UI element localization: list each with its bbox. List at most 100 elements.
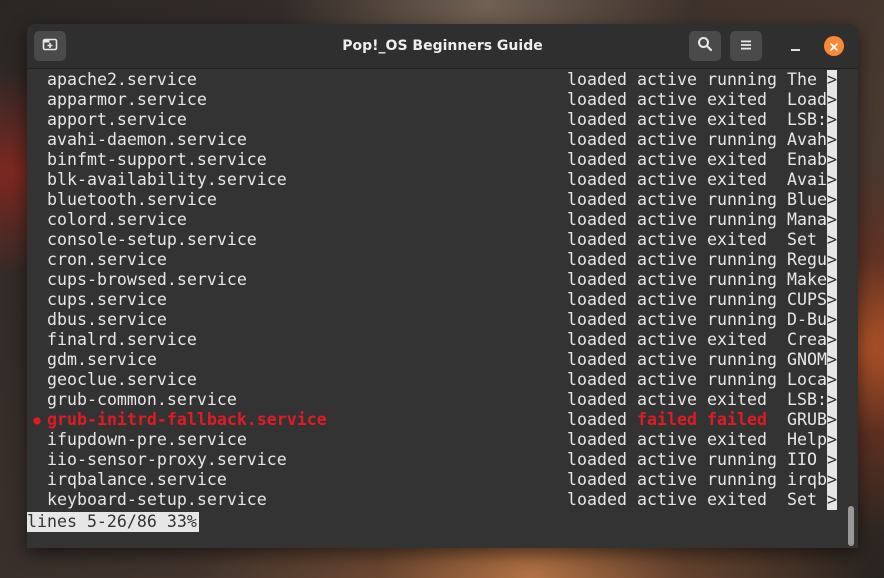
sub-state: running <box>707 450 777 469</box>
description: IIO <box>787 450 827 469</box>
load-state: loaded <box>567 290 627 309</box>
scrollbar-thumb[interactable] <box>848 506 854 546</box>
unit-name: colord.service <box>47 210 187 229</box>
unit-name: apache2.service <box>47 70 197 89</box>
load-state: loaded <box>567 130 627 149</box>
active-state: active <box>637 490 697 509</box>
sub-state: running <box>707 210 777 229</box>
truncation-marker: > <box>827 270 837 290</box>
new-tab-icon <box>42 36 58 56</box>
description: Enab <box>787 150 827 169</box>
search-button[interactable] <box>689 31 721 61</box>
unit-status: loaded active exited Avai> <box>567 170 837 190</box>
description: Set <box>787 230 827 249</box>
load-state: loaded <box>567 330 627 349</box>
unit-name: binfmt-support.service <box>47 150 267 169</box>
truncation-marker: > <box>827 410 837 430</box>
truncation-marker: > <box>827 70 837 90</box>
sub-state: running <box>707 310 777 329</box>
unit-status: loaded active exited Enab> <box>567 150 837 170</box>
active-state: active <box>637 150 697 169</box>
active-state: active <box>637 370 697 389</box>
active-state: failed <box>637 410 697 429</box>
active-state: active <box>637 250 697 269</box>
unit-status: loaded active running The > <box>567 70 837 90</box>
load-state: loaded <box>567 350 627 369</box>
unit-status: loaded active running Blue> <box>567 190 837 210</box>
unit-status: loaded active exited Help> <box>567 430 837 450</box>
description: Load <box>787 90 827 109</box>
sub-state: running <box>707 130 777 149</box>
unit-status: loaded active running CUPS> <box>567 290 837 310</box>
description: The <box>787 70 827 89</box>
truncation-marker: > <box>827 130 837 150</box>
unit-name: avahi-daemon.service <box>47 130 247 149</box>
description: LSB: <box>787 390 827 409</box>
unit-status: loaded active exited Set > <box>567 490 837 510</box>
search-icon <box>697 36 713 56</box>
description: irqb <box>787 470 827 489</box>
truncation-marker: > <box>827 390 837 410</box>
unit-name: blk-availability.service <box>47 170 287 189</box>
sub-state: exited <box>707 430 777 449</box>
active-state: active <box>637 210 697 229</box>
description: Crea <box>787 330 827 349</box>
description: Blue <box>787 190 827 209</box>
unit-name: keyboard-setup.service <box>47 490 267 509</box>
sub-state: exited <box>707 490 777 509</box>
truncation-marker: > <box>827 230 837 250</box>
sub-state: running <box>707 350 777 369</box>
unit-status: loaded active running D-Bu> <box>567 310 837 330</box>
unit-name: irqbalance.service <box>47 470 227 489</box>
description: Help <box>787 430 827 449</box>
minimize-button[interactable] <box>784 35 806 57</box>
load-state: loaded <box>567 210 627 229</box>
load-state: loaded <box>567 270 627 289</box>
active-state: active <box>637 470 697 489</box>
unit-name: grub-common.service <box>47 390 237 409</box>
unit-status: loaded active running Mana> <box>567 210 837 230</box>
active-state: active <box>637 430 697 449</box>
sub-state: exited <box>707 330 777 349</box>
description: GRUB <box>787 410 827 429</box>
load-state: loaded <box>567 470 627 489</box>
load-state: loaded <box>567 170 627 189</box>
description: CUPS <box>787 290 827 309</box>
truncation-marker: > <box>827 370 837 390</box>
sub-state: running <box>707 370 777 389</box>
truncation-marker: > <box>827 490 837 510</box>
menu-button[interactable] <box>730 31 762 61</box>
sub-state: running <box>707 70 777 89</box>
close-button[interactable] <box>824 36 844 56</box>
unit-name: apparmor.service <box>47 90 207 109</box>
load-state: loaded <box>567 70 627 89</box>
sub-state: exited <box>707 90 777 109</box>
active-state: active <box>637 450 697 469</box>
sub-state: running <box>707 290 777 309</box>
terminal-output[interactable]: apache2.service loaded active running The > a… <box>27 70 858 548</box>
minimize-icon <box>790 48 800 51</box>
unit-status: loaded active running GNOM> <box>567 350 837 370</box>
truncation-marker: > <box>827 190 837 210</box>
description: Avai <box>787 170 827 189</box>
new-tab-button[interactable] <box>34 31 66 61</box>
unit-name: ifupdown-pre.service <box>47 430 247 449</box>
truncation-marker: > <box>827 110 837 130</box>
load-state: loaded <box>567 450 627 469</box>
active-state: active <box>637 190 697 209</box>
unit-name: console-setup.service <box>47 230 257 249</box>
sub-state: failed <box>707 410 777 429</box>
description: GNOM <box>787 350 827 369</box>
sub-state: running <box>707 270 777 289</box>
sub-state: exited <box>707 110 777 129</box>
truncation-marker: > <box>827 310 837 330</box>
active-state: active <box>637 130 697 149</box>
description: LSB: <box>787 110 827 129</box>
load-state: loaded <box>567 390 627 409</box>
active-state: active <box>637 290 697 309</box>
active-state: active <box>637 230 697 249</box>
truncation-marker: > <box>827 90 837 110</box>
load-state: loaded <box>567 250 627 269</box>
active-state: active <box>637 310 697 329</box>
load-state: loaded <box>567 150 627 169</box>
